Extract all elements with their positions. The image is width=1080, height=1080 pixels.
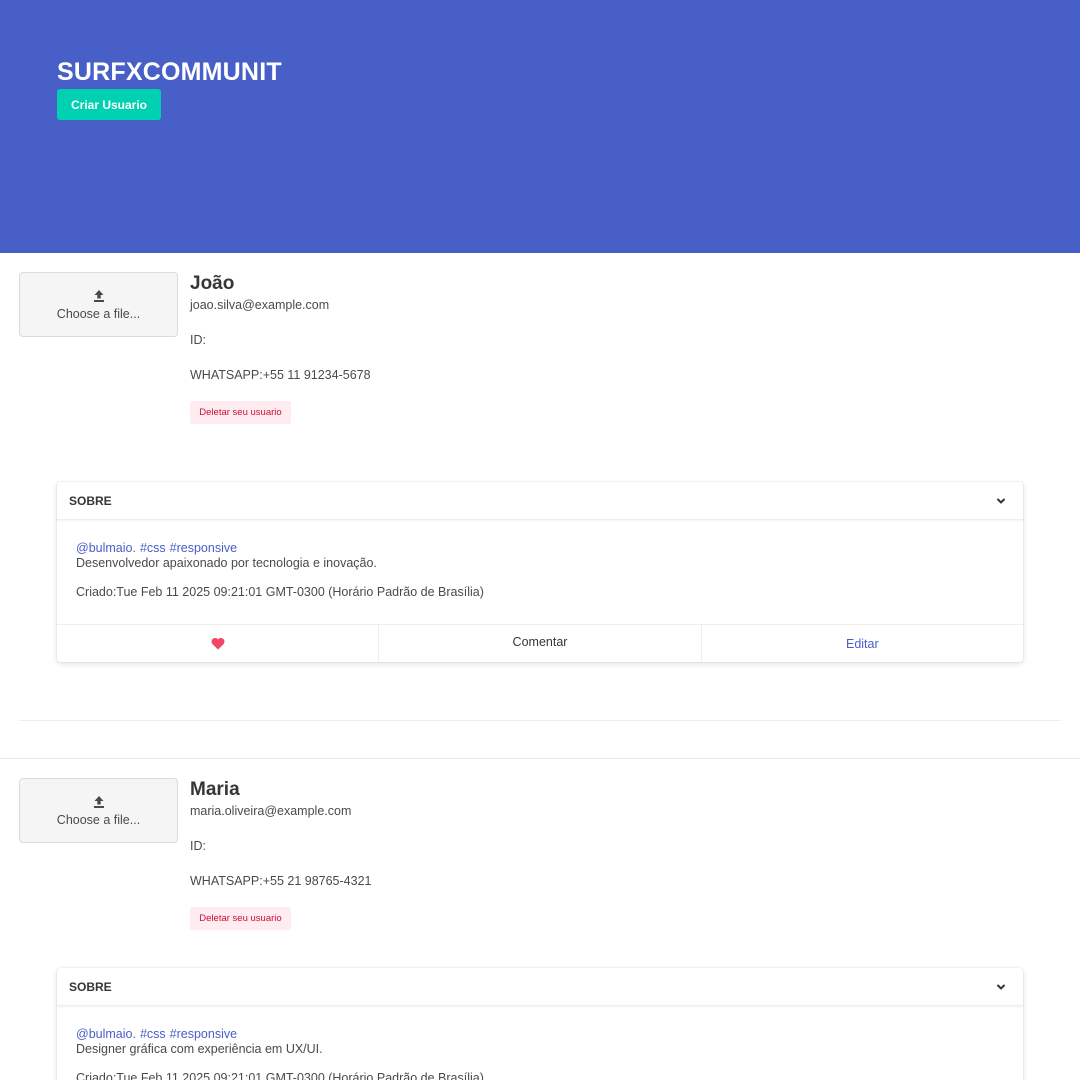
file-upload-label: Choose a file...: [56, 812, 141, 827]
hero-header: SURFXCOMMUNIT Criar Usuario: [0, 0, 1080, 253]
card-footer: Comentar Editar: [57, 624, 1023, 662]
user-bio: Designer gráfica com experiência em UX/U…: [76, 1042, 323, 1056]
file-upload-button[interactable]: Choose a file...: [19, 778, 178, 843]
user-name: João: [190, 273, 235, 294]
user-whatsapp: WHATSAPP:+55 11 91234-5678: [190, 368, 371, 382]
file-upload-label: Choose a file...: [56, 306, 141, 321]
divider: [19, 720, 1061, 721]
tag-link[interactable]: #responsive: [170, 541, 237, 555]
chevron-down-icon[interactable]: [995, 495, 1007, 507]
file-upload-button[interactable]: Choose a file...: [19, 272, 178, 337]
card-header[interactable]: SOBRE: [57, 968, 1023, 1006]
created-date: Criado:Tue Feb 11 2025 09:21:01 GMT-0300…: [76, 1071, 484, 1080]
chevron-down-icon[interactable]: [995, 981, 1007, 993]
heart-icon: [211, 637, 225, 650]
card-content: @bulmaio. #css #responsive Designer gráf…: [76, 1027, 996, 1080]
tag-list: @bulmaio. #css #responsive: [76, 541, 996, 555]
about-card: SOBRE @bulmaio. #css #responsive Desenvo…: [57, 482, 1023, 662]
user-email: maria.oliveira@example.com: [190, 804, 352, 818]
create-user-button[interactable]: Criar Usuario: [57, 89, 161, 120]
card-header[interactable]: SOBRE: [57, 482, 1023, 520]
tag-link[interactable]: @bulmaio.: [76, 541, 136, 555]
tag-link[interactable]: #responsive: [170, 1027, 237, 1041]
user-section: Choose a file... Maria maria.oliveira@ex…: [0, 759, 1080, 1080]
user-name: Maria: [190, 779, 240, 800]
user-email: joao.silva@example.com: [190, 298, 330, 312]
upload-icon: [93, 289, 104, 302]
edit-button[interactable]: Editar: [702, 625, 1023, 662]
user-section: Choose a file... João joao.silva@example…: [0, 253, 1080, 758]
tag-link[interactable]: #css: [140, 1027, 166, 1041]
upload-icon: [93, 795, 104, 808]
app-title: SURFXCOMMUNIT: [57, 58, 282, 86]
user-whatsapp: WHATSAPP:+55 21 98765-4321: [190, 874, 372, 888]
tag-link[interactable]: @bulmaio.: [76, 1027, 136, 1041]
user-bio: Desenvolvedor apaixonado por tecnologia …: [76, 556, 377, 570]
user-id: ID:: [190, 839, 206, 853]
about-card: SOBRE @bulmaio. #css #responsive Designe…: [57, 968, 1023, 1080]
comment-button[interactable]: Comentar: [379, 625, 702, 662]
tag-list: @bulmaio. #css #responsive: [76, 1027, 996, 1041]
card-title: SOBRE: [69, 494, 112, 508]
tag-link[interactable]: #css: [140, 541, 166, 555]
like-button[interactable]: [57, 625, 380, 662]
created-date: Criado:Tue Feb 11 2025 09:21:01 GMT-0300…: [76, 585, 484, 599]
card-title: SOBRE: [69, 980, 112, 994]
delete-user-button[interactable]: Deletar seu usuario: [190, 907, 291, 930]
user-id: ID:: [190, 333, 206, 347]
delete-user-button[interactable]: Deletar seu usuario: [190, 401, 291, 424]
card-content: @bulmaio. #css #responsive Desenvolvedor…: [76, 541, 996, 599]
